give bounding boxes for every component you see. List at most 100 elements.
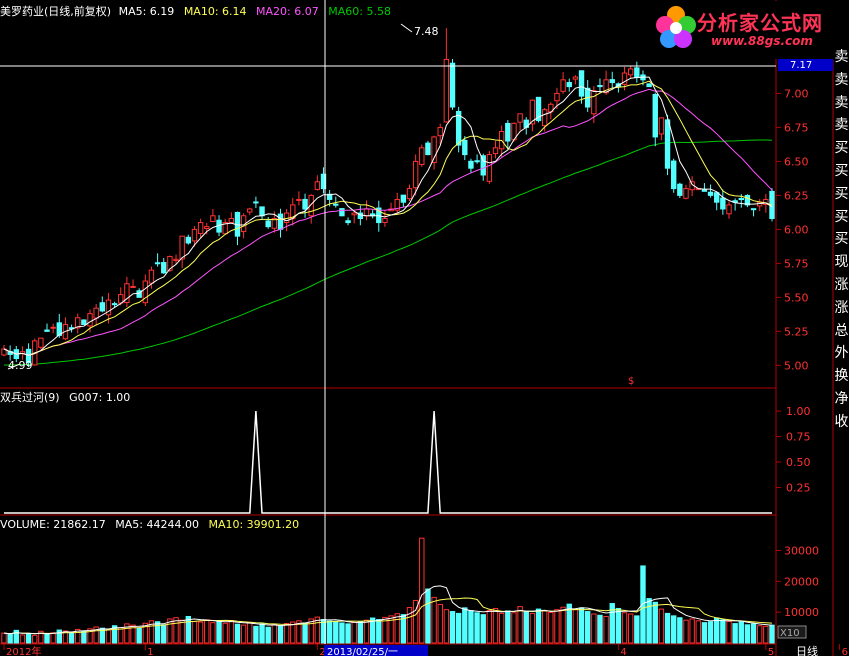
- volume-bar: [357, 620, 364, 644]
- candle-body: [449, 62, 456, 108]
- x10-label: X10: [780, 628, 800, 639]
- volume-ma10: MA10: 39901.20: [208, 518, 300, 531]
- volume-bar: [32, 634, 38, 644]
- volume-bar: [652, 601, 658, 644]
- volume-bar: [535, 608, 542, 644]
- crosshair-date: 2013/02/25/一: [327, 647, 398, 656]
- indicator-tick-label: 0.75: [786, 431, 811, 444]
- ma5-value: MA5: 6.19: [118, 5, 175, 18]
- candle-body: [554, 92, 560, 102]
- volume-bar: [683, 619, 689, 644]
- candle-body: [572, 76, 579, 80]
- side-label: 净: [834, 390, 849, 407]
- volume-bar: [455, 612, 462, 644]
- x-tick-label: 6: [842, 647, 848, 656]
- volume-bar: [750, 623, 757, 644]
- candle-body: [111, 303, 118, 306]
- volume-tick-label: 20000: [784, 575, 819, 588]
- candle-body: [204, 226, 210, 230]
- candle-body: [247, 208, 253, 213]
- candle-body: [443, 58, 450, 123]
- side-label: 买: [834, 162, 849, 179]
- volume-bar: [68, 631, 75, 644]
- volume-bar: [234, 623, 241, 644]
- candle-body: [314, 181, 321, 190]
- volume-bar: [584, 611, 591, 644]
- indicator-tick-label: 0.25: [786, 482, 811, 495]
- volume-ma5: MA5: 44244.00: [115, 518, 199, 531]
- side-label: 收: [834, 413, 849, 430]
- side-label: 卖: [834, 94, 849, 111]
- volume-bar: [283, 623, 290, 644]
- candle-body: [173, 258, 179, 262]
- ma20-value: MA20: 6.07: [256, 5, 319, 18]
- volume-bar: [548, 611, 554, 644]
- high-pointer: [400, 23, 413, 33]
- period-label[interactable]: 日线: [796, 644, 818, 656]
- candle-body: [228, 217, 235, 224]
- volume-bar: [161, 624, 167, 644]
- candle-body: [670, 160, 677, 190]
- volume-bar: [302, 622, 308, 644]
- price-tick-label: 6.00: [784, 223, 809, 236]
- candle-body: [210, 215, 216, 223]
- volume-bar: [658, 608, 665, 644]
- candle-body: [560, 79, 566, 92]
- volume-bar: [634, 615, 640, 644]
- candle-body: [197, 222, 204, 234]
- side-label: 卖: [834, 117, 849, 134]
- candle-body: [351, 212, 357, 216]
- indicator-header: 双兵过河(9) G007: 1.00: [0, 391, 136, 404]
- volume-header: VOLUME: 21862.17 MA5: 44244.00 MA10: 399…: [0, 518, 305, 531]
- x-tick-label: 5: [768, 647, 774, 656]
- volume-bar: [50, 632, 56, 644]
- g007-line: [4, 411, 772, 514]
- candle-body: [683, 188, 689, 199]
- volume-bar: [7, 633, 13, 644]
- candle-body: [259, 206, 265, 217]
- candle-body: [87, 313, 93, 327]
- volume-bar: [222, 622, 228, 644]
- candle-body: [400, 194, 407, 203]
- indicator-tick-label: 0.50: [786, 456, 811, 469]
- volume-bar: [640, 565, 646, 644]
- volume-bar: [1, 632, 7, 644]
- volume-bar: [210, 622, 216, 644]
- candle-body: [474, 160, 480, 163]
- side-label: 总: [834, 322, 849, 339]
- volume-bar: [271, 624, 278, 644]
- candle-body: [609, 79, 615, 84]
- side-label: 买: [834, 208, 849, 225]
- candle-body: [99, 302, 106, 312]
- chart-canvas[interactable]: 7.00 6.75 6.50 6.25 6.00 5.75 5.50 5.25 5.00 1.0…: [0, 0, 849, 656]
- volume-bar: [492, 607, 499, 644]
- volume-bar: [25, 633, 32, 644]
- ma60-line: [3, 139, 773, 366]
- volume-bar: [615, 607, 622, 644]
- candle-body: [130, 285, 136, 288]
- volume-bar: [204, 619, 210, 644]
- volume-bar: [677, 617, 683, 644]
- volume-bar: [621, 612, 628, 644]
- candle-body: [425, 142, 431, 156]
- candle-body: [191, 228, 198, 242]
- volume-bar: [185, 615, 192, 644]
- candle-body: [296, 198, 302, 201]
- volume-bar: [105, 629, 112, 644]
- volume-bar: [345, 623, 351, 644]
- side-label: 现: [834, 254, 849, 271]
- ma10-value: MA10: 6.14: [183, 5, 247, 18]
- price-tick-label: 6.25: [784, 189, 809, 202]
- volume-bar: [462, 607, 468, 644]
- volume-bar: [351, 621, 357, 644]
- volume-bar: [529, 612, 536, 644]
- watermark-title: 分析家公式网: [697, 11, 823, 35]
- side-label: 外: [834, 345, 849, 362]
- indicator-layer: [4, 411, 772, 514]
- volume-bar: [511, 612, 517, 644]
- volume-bar: [603, 615, 609, 644]
- low-label: 4.99: [8, 359, 33, 372]
- stock-name: 美罗药业(日线,前复权): [0, 5, 112, 18]
- x-tick-label: 1: [147, 647, 153, 656]
- volume-bar: [19, 634, 26, 644]
